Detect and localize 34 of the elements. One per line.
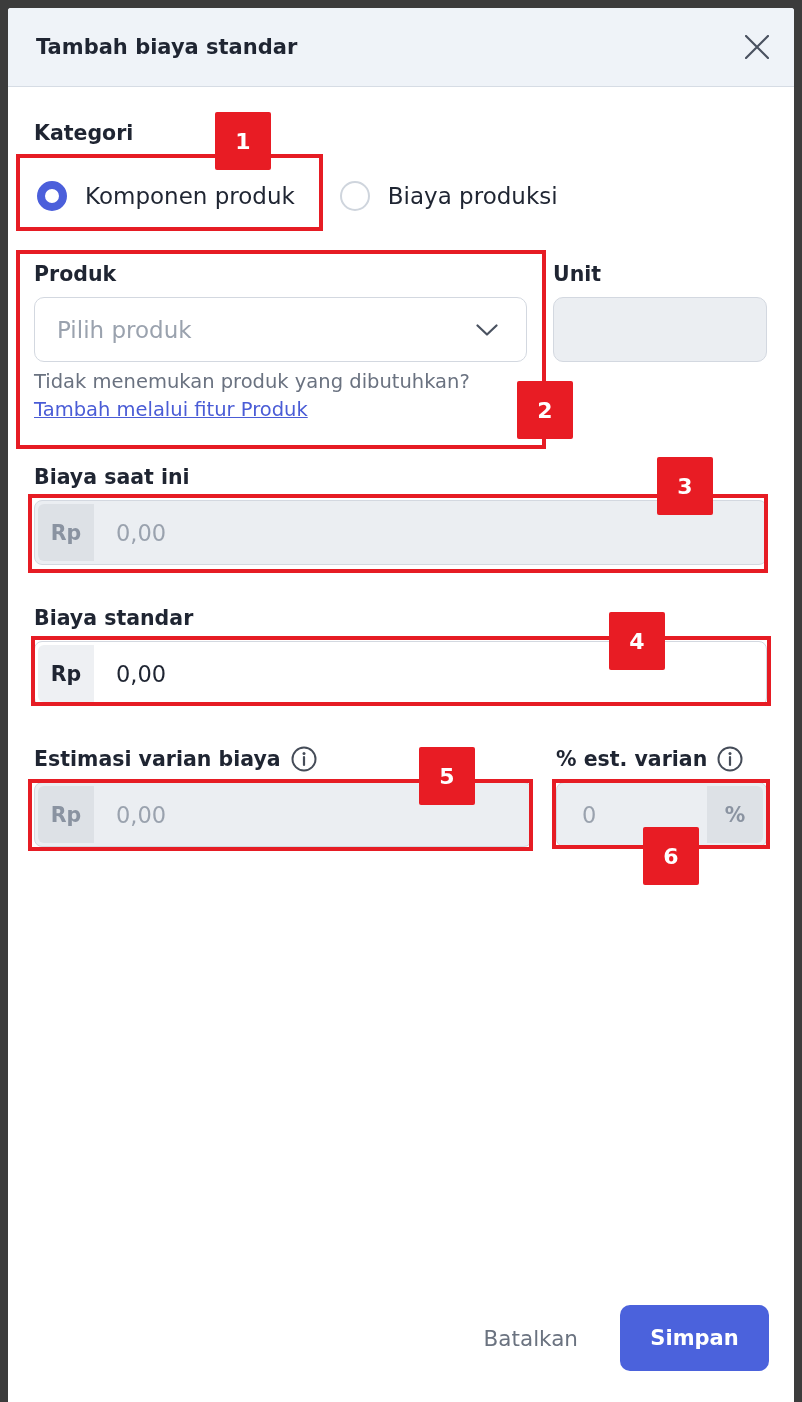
- step-number-badge: 1: [215, 112, 271, 170]
- radio-label[interactable]: Komponen produk: [85, 176, 295, 216]
- currency-prefix: Rp: [38, 504, 94, 561]
- step-number-badge: 6: [643, 827, 699, 885]
- step-number-badge: 3: [657, 457, 713, 515]
- dropdown-placeholder: Pilih produk: [57, 316, 192, 343]
- product-dropdown[interactable]: Pilih produk: [34, 297, 527, 362]
- field-label: Biaya saat ini: [34, 464, 190, 490]
- add-product-link[interactable]: Tambah melalui fitur Produk: [34, 396, 308, 424]
- percent-suffix: %: [707, 786, 763, 843]
- step-number-badge: 5: [419, 747, 475, 805]
- field-label: Produk: [34, 261, 117, 287]
- radio-button[interactable]: [37, 181, 67, 211]
- helper-text: Tidak menemukan produk yang dibutuhkan?: [34, 369, 471, 395]
- save-button[interactable]: Simpan: [620, 1305, 769, 1371]
- field-value: 0,00: [115, 800, 167, 830]
- step-number-badge: 4: [609, 612, 665, 670]
- field-value: 0,00: [115, 518, 167, 548]
- field-label: Estimasi varian biaya: [34, 746, 281, 772]
- dialog-title: Tambah biaya standar: [36, 35, 298, 59]
- close-button[interactable]: [745, 35, 769, 59]
- field-value: 0,00: [115, 659, 167, 689]
- close-icon: [745, 35, 769, 59]
- cancel-button[interactable]: Batalkan: [463, 1305, 598, 1371]
- field-label: % est. varian: [556, 746, 708, 772]
- field-value: 0: [581, 800, 597, 830]
- field-label: Unit: [553, 261, 602, 287]
- chevron-down-icon: [476, 323, 498, 336]
- field-label: Biaya standar: [34, 605, 194, 631]
- step-number-badge: 2: [517, 381, 573, 439]
- radio-label[interactable]: Biaya produksi: [387, 176, 558, 216]
- currency-prefix: Rp: [38, 645, 94, 702]
- field-label: Kategori: [34, 120, 134, 146]
- currency-prefix: Rp: [38, 786, 94, 843]
